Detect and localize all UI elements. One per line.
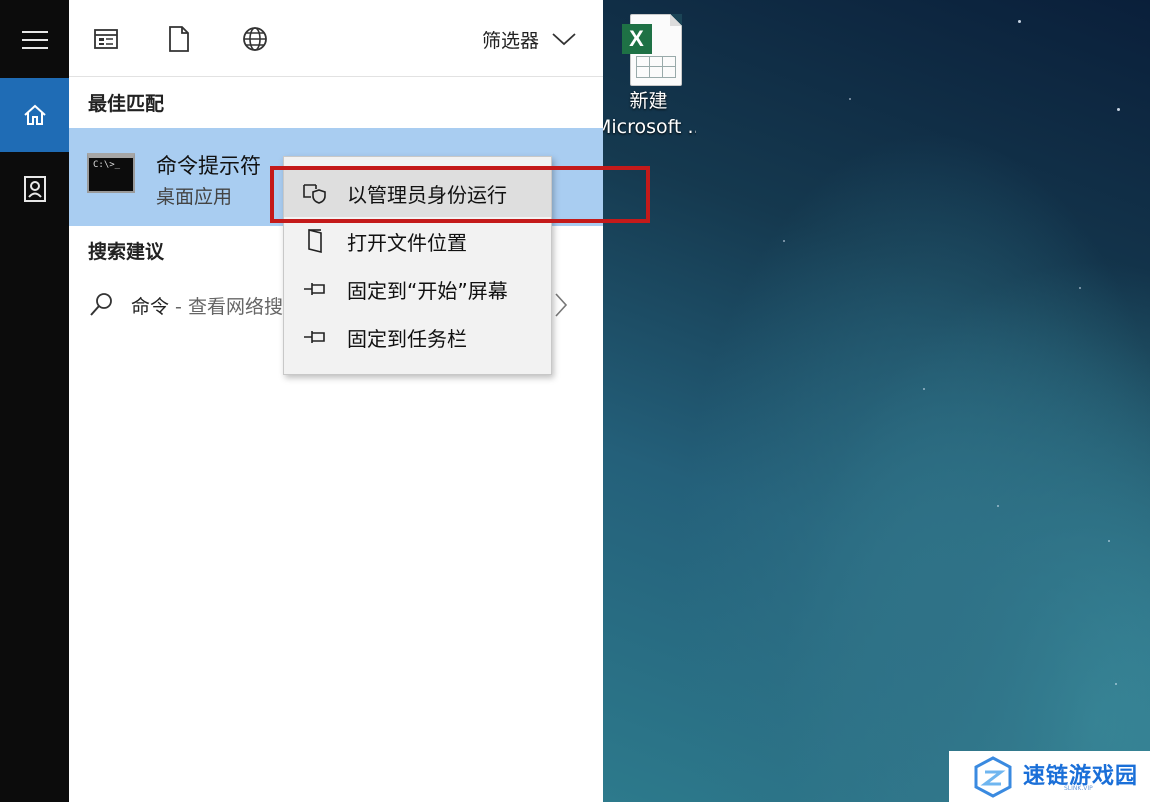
desktop-wallpaper: X 新建 Microsoft ... <box>603 0 1150 802</box>
star <box>923 388 925 390</box>
open-file-location-menu-item[interactable]: 打开文件位置 <box>284 217 551 265</box>
suggestion-hint: - 查看网络搜 <box>169 296 283 318</box>
hamburger-menu-button[interactable] <box>0 3 69 77</box>
context-menu-label: 打开文件位置 <box>347 231 467 255</box>
home-button[interactable] <box>0 78 69 152</box>
excel-badge: X <box>621 24 652 54</box>
suggestion-query: 命令 <box>131 296 170 318</box>
desktop-icon-label-line2: Microsoft ... <box>603 116 696 138</box>
watermark: 速链游戏园 SLINK.VIP <box>949 751 1150 802</box>
desktop-icon-label-line1: 新建 <box>629 90 668 112</box>
best-match-heading: 最佳匹配 <box>88 93 165 115</box>
star <box>1115 683 1117 685</box>
search-icon <box>90 293 112 316</box>
star <box>1079 287 1081 289</box>
command-prompt-icon: C:\>_ <box>87 153 135 193</box>
desktop-excel-file[interactable]: X 新建 Microsoft ... <box>603 14 698 140</box>
pin-to-start-menu-item[interactable]: 固定到“开始”屏幕 <box>284 265 551 313</box>
search-panel: 筛选器 最佳匹配 C:\>_ 命令提示符 桌面应用 搜索建议 命令 - 查看网络… <box>69 0 603 802</box>
chevron-right-icon[interactable] <box>553 292 569 318</box>
pin-to-taskbar-menu-item[interactable]: 固定到任务栏 <box>284 313 551 361</box>
home-icon <box>23 104 46 125</box>
annotation-highlight-box <box>270 166 650 223</box>
suggestions-heading: 搜索建议 <box>88 241 165 263</box>
context-menu-label: 固定到任务栏 <box>347 327 467 351</box>
document-icon <box>169 26 189 52</box>
star <box>1108 540 1110 542</box>
web-filter-button[interactable] <box>240 24 270 54</box>
documents-filter-button[interactable] <box>164 24 194 54</box>
suggestion-text: 命令 - 查看网络搜 <box>131 292 283 319</box>
pin-icon <box>302 325 328 349</box>
web-icon <box>243 27 267 51</box>
notebook-button[interactable] <box>0 152 69 226</box>
star <box>1117 108 1120 111</box>
star <box>1018 20 1021 23</box>
notebook-icon <box>23 176 46 202</box>
start-rail <box>0 0 69 802</box>
watermark-logo-icon <box>974 756 1012 798</box>
star <box>849 98 851 100</box>
best-match-title: 命令提示符 <box>156 154 261 178</box>
excel-file-icon: X <box>618 14 684 88</box>
star <box>783 240 785 242</box>
best-match-subtitle: 桌面应用 <box>156 186 233 208</box>
filter-dropdown[interactable]: 筛选器 <box>482 24 577 54</box>
hamburger-icon <box>21 31 48 49</box>
apps-filter-button[interactable] <box>91 24 121 54</box>
pin-icon <box>302 277 328 301</box>
context-menu-label: 固定到“开始”屏幕 <box>347 279 508 303</box>
folder-location-icon <box>302 228 328 254</box>
apps-icon <box>94 29 118 49</box>
search-toolbar: 筛选器 <box>69 0 603 77</box>
chevron-down-icon <box>552 33 576 46</box>
watermark-subtext: SLINK.VIP <box>1064 785 1093 792</box>
filter-label: 筛选器 <box>482 29 540 52</box>
star <box>997 505 999 507</box>
